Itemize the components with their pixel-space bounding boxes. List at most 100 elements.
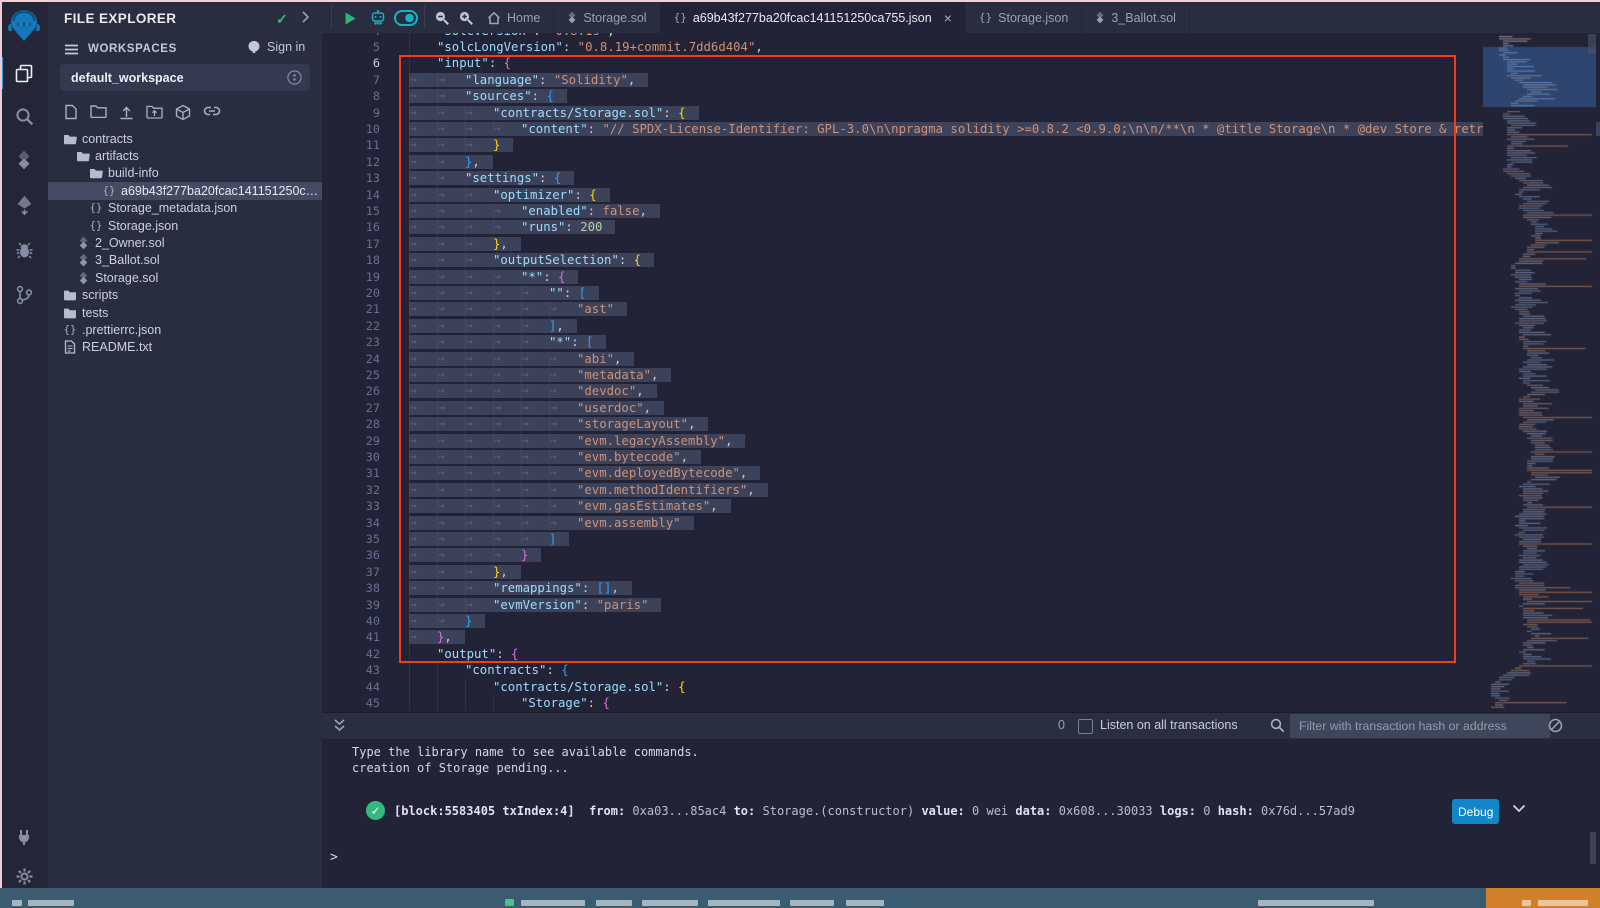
line-number: 11 (322, 137, 380, 153)
tab-storage-sol[interactable]: Storage.sol (554, 2, 660, 33)
ipfs-box-icon[interactable] (175, 104, 191, 121)
tree-item-label: .prettierrc.json (82, 323, 161, 337)
sign-in-label: Sign in (267, 40, 305, 54)
folder-open-icon (62, 133, 78, 145)
git-icon[interactable] (0, 279, 48, 311)
terminal-scrollbar-thumb[interactable] (1590, 832, 1596, 864)
hamburger-icon[interactable] (64, 43, 79, 56)
tree-item-a69b43f277ba20fcac141151250ca7-[interactable]: {}a69b43f277ba20fcac141151250ca7... (48, 182, 322, 199)
upload-file-icon[interactable] (119, 104, 134, 121)
new-file-icon[interactable] (64, 104, 78, 121)
code-text: →→→→→→"evm.deployedBytecode", (409, 465, 760, 481)
tab-3-ballot-sol[interactable]: 3_Ballot.sol (1082, 2, 1190, 33)
tree-item-tests[interactable]: tests (48, 304, 322, 321)
line-number: 43 (322, 662, 380, 678)
code-text: →→→→→→"evm.gasEstimates", (409, 498, 731, 514)
listen-label: Listen on all transactions (1100, 718, 1238, 732)
tree-item-label: Storage.json (108, 219, 178, 233)
line-number: 27 (322, 400, 380, 416)
tree-item-artifacts[interactable]: artifacts (48, 147, 322, 164)
line-number: 13 (322, 170, 380, 186)
plugin-manager-icon[interactable] (0, 820, 48, 852)
tab-bar: HomeStorage.sol{}a69b43f277ba20fcac14115… (322, 2, 1600, 34)
zoom-out-icon[interactable] (430, 6, 454, 30)
terminal-prompt[interactable]: > (330, 850, 338, 865)
json-file-icon: {} (62, 324, 78, 336)
expand-chevron-icon[interactable] (1512, 804, 1526, 813)
code-text: →→→"contracts/Storage.sol": { (409, 679, 686, 695)
tree-item--prettierrc-json[interactable]: {} .prettierrc.json (48, 321, 322, 338)
chevron-right-icon[interactable] (300, 10, 310, 24)
tree-item-2-owner-sol[interactable]: 2_Owner.sol (48, 234, 322, 251)
code-text: →→→→→→"storageLayout", (409, 416, 708, 432)
tree-item-label: README.txt (82, 340, 152, 354)
search-icon[interactable] (1270, 718, 1285, 733)
tree-item-readme-txt[interactable]: README.txt (48, 339, 322, 356)
window-border-left (0, 0, 2, 888)
line-number: 6 (322, 55, 380, 71)
ai-robot-icon[interactable] (366, 6, 390, 30)
terminal-panel: 0 Listen on all transactions Type the li… (322, 712, 1600, 888)
line-number: 40 (322, 613, 380, 629)
search-icon[interactable] (0, 100, 48, 132)
tree-item-3-ballot-sol[interactable]: 3_Ballot.sol (48, 252, 322, 269)
code-text: →→→→→→"evm.bytecode", (409, 449, 701, 465)
transaction-filter-input[interactable] (1290, 714, 1550, 738)
text-file-icon (62, 340, 78, 354)
code-text: →→→→→→"userdoc", (409, 400, 664, 416)
theme-toggle-icon[interactable] (394, 6, 418, 30)
folder-open-icon (88, 167, 104, 179)
line-number: 10 (322, 121, 380, 137)
solidity-compiler-icon[interactable] (0, 144, 48, 176)
tree-item-label: a69b43f277ba20fcac141151250ca7... (121, 184, 322, 198)
minimap[interactable] (1483, 33, 1596, 712)
debugger-icon[interactable] (0, 234, 48, 266)
tab-home[interactable]: Home (474, 2, 554, 33)
tree-item-storage-metadata-json[interactable]: {}Storage_metadata.json (48, 200, 322, 217)
tree-item-storage-json[interactable]: {}Storage.json (48, 217, 322, 234)
code-text: →→→}, (409, 564, 521, 580)
tree-item-build-info[interactable]: build-info (48, 165, 322, 182)
code-text: →→→→→→"devdoc", (409, 383, 657, 399)
code-text: →"input": { (409, 55, 511, 71)
window-border-top (0, 0, 1600, 2)
line-number: 35 (322, 531, 380, 547)
run-script-icon[interactable] (338, 6, 362, 30)
workspace-name: default_workspace (71, 71, 184, 85)
status-text-fragment (1522, 900, 1531, 906)
double-chevron-down-icon[interactable] (333, 718, 346, 733)
tree-item-contracts[interactable]: contracts (48, 130, 322, 147)
solidity-file-icon (75, 253, 91, 267)
transaction-row[interactable]: ✓ [block:5583405 txIndex:4] from: 0xa03.… (322, 796, 1600, 826)
tree-item-storage-sol[interactable]: Storage.sol (48, 269, 322, 286)
tree-item-label: contracts (82, 132, 133, 146)
workspace-selector[interactable]: default_workspace (60, 64, 310, 91)
code-text: →→→→→→"evm.methodIdentifiers", (409, 482, 768, 498)
tree-item-scripts[interactable]: scripts (48, 287, 322, 304)
clear-console-icon[interactable] (1548, 718, 1563, 733)
line-number: 18 (322, 252, 380, 268)
code-text: →→→→→→"abi", (409, 351, 634, 367)
sort-updown-icon[interactable] (287, 70, 302, 85)
status-text-fragment (1258, 900, 1374, 906)
upload-folder-icon[interactable] (146, 104, 163, 121)
remix-logo-icon[interactable] (0, 6, 48, 46)
solidity-file-icon (75, 236, 91, 250)
line-number: 25 (322, 367, 380, 383)
listen-checkbox[interactable] (1078, 719, 1093, 734)
tree-item-label: scripts (82, 288, 118, 302)
code-editor[interactable]: 4→"solcVersion": "0.8.19",5→"solcLongVer… (322, 33, 1600, 712)
editor-scrollbar-thumb[interactable] (1588, 34, 1596, 54)
link-icon[interactable] (203, 104, 221, 121)
file-explorer-icon[interactable] (0, 57, 48, 89)
new-folder-icon[interactable] (90, 104, 107, 121)
tab-storage-json[interactable]: {}Storage.json (966, 2, 1082, 33)
tab-a69b43f277ba20fcac141151250ca755-json[interactable]: {}a69b43f277ba20fcac141151250ca755.json× (661, 2, 966, 33)
github-sign-in-button[interactable]: Sign in (246, 40, 305, 54)
code-text: →}, (409, 629, 465, 645)
debug-button[interactable]: Debug (1452, 799, 1499, 824)
close-icon[interactable]: × (944, 11, 952, 25)
code-text: →"output": { (409, 646, 518, 662)
deploy-run-icon[interactable] (0, 189, 48, 221)
tree-item-label: artifacts (95, 149, 139, 163)
